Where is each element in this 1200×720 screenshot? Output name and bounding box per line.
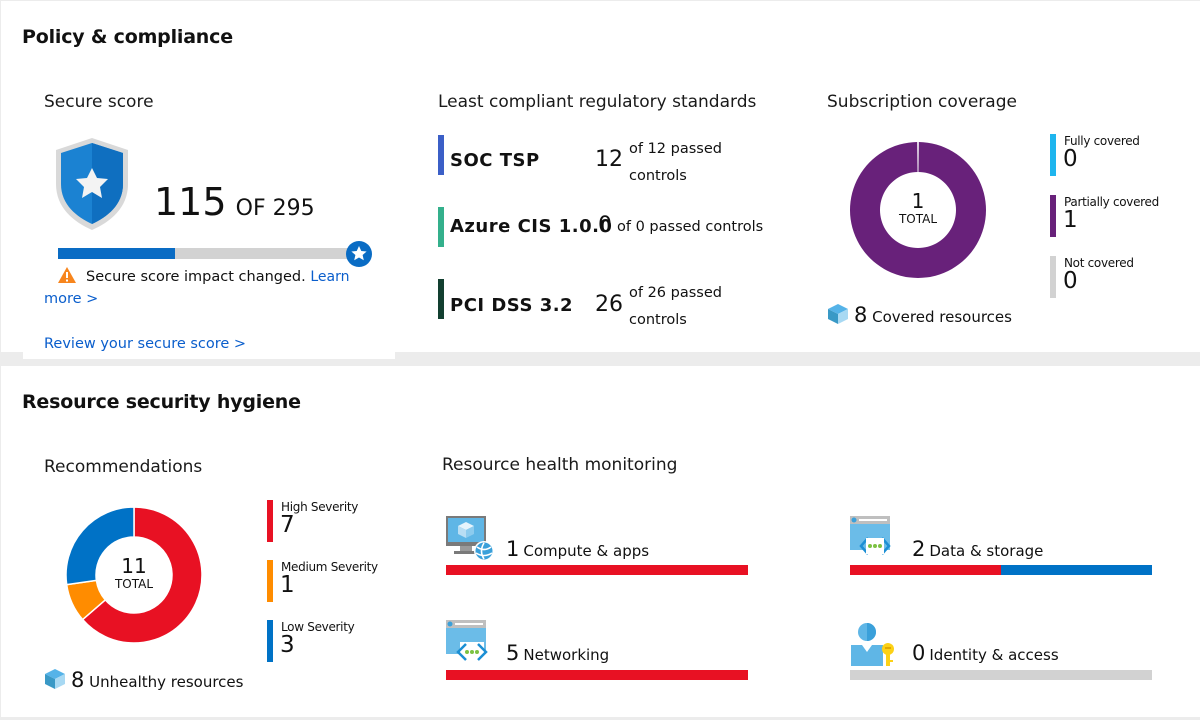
health-bar-segment	[446, 670, 748, 680]
covered-resources[interactable]: 8 Covered resources	[854, 303, 1012, 327]
standard-passed-text: of 0 passed controls	[617, 219, 764, 235]
secure-score-title: Secure score	[44, 92, 154, 112]
health-bar-segment	[1001, 565, 1152, 575]
unhealthy-resources[interactable]: 8 Unhealthy resources	[71, 668, 243, 692]
health-item-name: Data & storage	[929, 542, 1044, 560]
unhealthy-resources-count: 8	[71, 668, 85, 692]
coverage-title: Subscription coverage	[827, 92, 1017, 112]
health-item-label: 2 Data & storage	[912, 537, 1043, 561]
standard-color-bar	[438, 207, 444, 247]
legend-value: 1	[1063, 207, 1078, 233]
cube-icon	[45, 669, 65, 689]
legend-label: Partially covered	[1064, 195, 1159, 209]
legend-value: 0	[1063, 268, 1078, 294]
secure-score-progress-fill	[58, 248, 175, 259]
legend-label: Medium Severity	[281, 560, 378, 574]
health-item-count: 5	[506, 641, 520, 665]
legend-color-bar	[267, 560, 273, 602]
legend-color-bar	[267, 620, 273, 662]
identity-access-icon	[851, 623, 894, 666]
policy-compliance-title: Policy & compliance	[22, 26, 233, 48]
warning-icon	[58, 267, 76, 283]
review-secure-score-link[interactable]: Review your secure score >	[44, 336, 246, 352]
legend-value: 3	[280, 632, 295, 658]
secure-score-warning: Secure score impact changed. Learn	[86, 269, 349, 285]
health-item-label: 5 Networking	[506, 641, 609, 665]
secure-score-max: OF 295	[235, 196, 315, 221]
legend-color-bar	[1050, 195, 1056, 237]
health-item-count: 1	[506, 537, 520, 561]
covered-resources-count: 8	[854, 303, 868, 327]
star-badge-icon	[346, 241, 372, 267]
shield-icon	[56, 138, 128, 230]
standard-passed-text: of 26 passed controls	[629, 280, 722, 334]
recommendations-total-value: 11	[121, 554, 147, 578]
secure-score-progress-bar	[58, 248, 358, 259]
health-item-bar	[850, 565, 1152, 575]
health-item-bar	[446, 565, 748, 575]
coverage-total-label: TOTAL	[898, 212, 938, 226]
standard-name: Azure CIS 1.0.0	[450, 216, 613, 237]
standard-text-line1: of 12 passed	[629, 141, 722, 157]
standard-passed-text: of 12 passed controls	[629, 136, 722, 190]
resource-hygiene-title: Resource security hygiene	[22, 391, 301, 413]
standards-title: Least compliant regulatory standards	[438, 92, 757, 112]
secure-score-value: 115 OF 295	[154, 180, 315, 224]
learn-more-link[interactable]: more >	[44, 291, 98, 307]
standard-text-line2: controls	[629, 312, 687, 328]
health-item-name: Compute & apps	[523, 542, 650, 560]
legend-color-bar	[1050, 134, 1056, 176]
health-item-name: Identity & access	[929, 646, 1059, 664]
health-item-count: 0	[912, 641, 926, 665]
cube-icon	[828, 304, 848, 324]
legend-color-bar	[267, 500, 273, 542]
covered-resources-label: Covered resources	[872, 308, 1012, 326]
coverage-total: 1 TOTAL	[848, 190, 988, 226]
warning-text: Secure score impact changed.	[86, 269, 306, 285]
health-bar-segment	[850, 565, 1001, 575]
coverage-total-value: 1	[911, 189, 925, 213]
health-bar-segment	[446, 565, 748, 575]
compute-icon	[446, 516, 494, 561]
learn-more-link-part1[interactable]: Learn	[310, 269, 349, 285]
health-item-label: 1 Compute & apps	[506, 537, 649, 561]
legend-color-bar	[1050, 256, 1056, 298]
networking-icon	[446, 620, 488, 662]
health-item-count: 2	[912, 537, 926, 561]
health-item-bar	[446, 670, 748, 680]
recommendations-title: Recommendations	[44, 457, 203, 477]
legend-value: 0	[1063, 146, 1078, 172]
legend-value: 1	[280, 572, 295, 598]
recommendations-total: 11 TOTAL	[64, 555, 204, 591]
unhealthy-resources-label: Unhealthy resources	[89, 673, 244, 691]
secure-score-tile-edge	[23, 352, 395, 359]
standard-passed-count: 0	[598, 213, 612, 238]
health-bar-segment	[850, 670, 1152, 680]
standard-text-line1: of 26 passed	[629, 285, 722, 301]
standard-name: SOC TSP	[450, 150, 540, 171]
health-item-label: 0 Identity & access	[912, 641, 1059, 665]
standard-color-bar	[438, 135, 444, 175]
data-storage-icon	[850, 516, 891, 555]
health-item-bar	[850, 670, 1152, 680]
health-monitoring-title: Resource health monitoring	[442, 455, 678, 475]
recommendations-total-label: TOTAL	[114, 577, 154, 591]
secure-score-current: 115	[154, 180, 227, 224]
standard-passed-count: 26	[595, 292, 623, 317]
standard-text-line2: controls	[629, 168, 687, 184]
standard-passed-count: 12	[595, 147, 623, 172]
legend-value: 7	[280, 512, 295, 538]
standard-color-bar	[438, 279, 444, 319]
standard-name: PCI DSS 3.2	[450, 295, 574, 316]
health-item-name: Networking	[523, 646, 610, 664]
